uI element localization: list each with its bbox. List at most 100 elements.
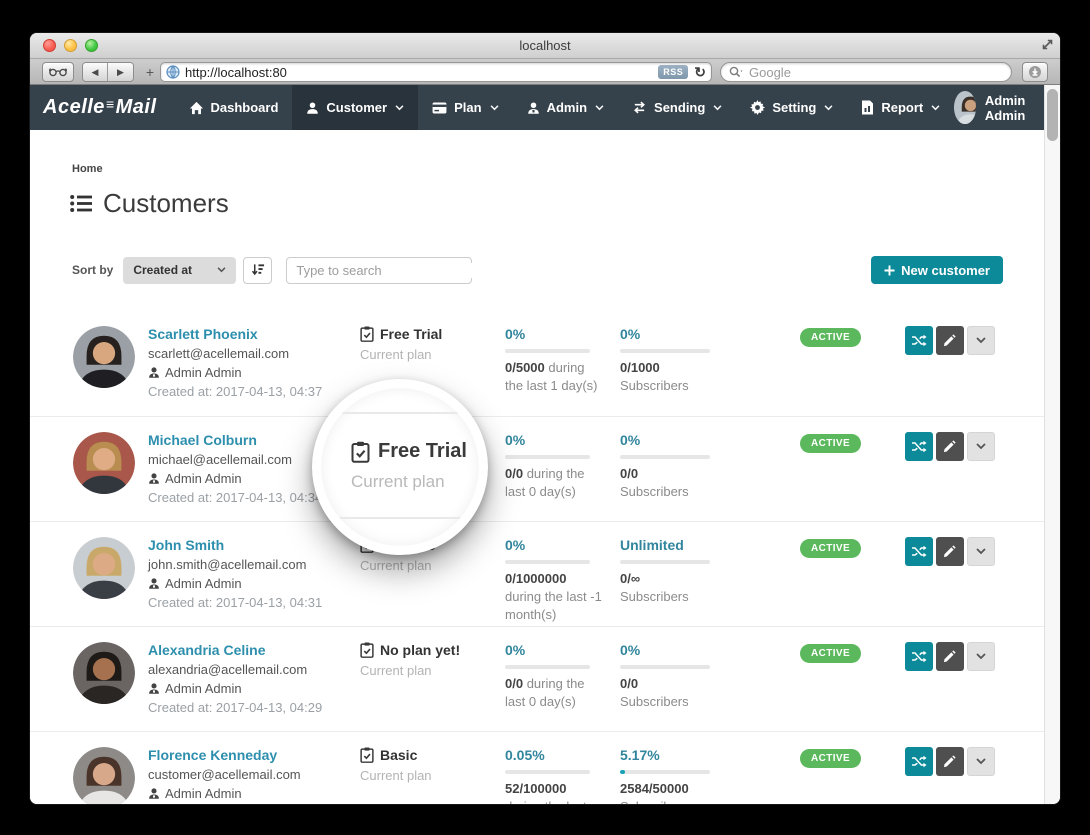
subscribers-value: 2584/50000	[620, 781, 689, 796]
nav-item-setting[interactable]: Setting	[736, 85, 847, 130]
plan-name: Free Trial	[360, 326, 505, 342]
login-as-button[interactable]	[905, 326, 933, 355]
url-text: http://localhost:80	[185, 65, 658, 80]
sort-select-value: Created at	[133, 263, 192, 277]
reader-glasses-button[interactable]	[42, 62, 74, 82]
breadcrumb[interactable]: Home	[72, 163, 1044, 175]
pencil-icon	[943, 545, 956, 558]
customer-search[interactable]	[286, 257, 472, 284]
nav-item-plan[interactable]: Plan	[418, 85, 512, 130]
magnified-plan-name: Free Trial	[351, 440, 467, 463]
page-title: Customers	[70, 188, 1044, 219]
history-nav-group: ◀ ▶	[82, 62, 134, 82]
downloads-button[interactable]	[1022, 62, 1048, 82]
nav-item-report[interactable]: Report	[847, 85, 954, 130]
customer-owner-name: Admin Admin	[165, 786, 242, 801]
more-actions-button[interactable]	[967, 432, 995, 461]
nav-item-label: Setting	[772, 100, 816, 115]
customer-created-at: Created at: 2017-04-13, 04:29	[148, 700, 360, 715]
user-icon	[148, 682, 160, 695]
list-controls: Sort by Created at	[72, 256, 1003, 284]
search-icon	[729, 66, 744, 78]
more-actions-button[interactable]	[967, 537, 995, 566]
nav-item-dashboard[interactable]: Dashboard	[175, 85, 293, 130]
app-logo[interactable]: Acelle≡Mail	[30, 85, 175, 130]
avatar	[954, 91, 976, 124]
sort-select[interactable]: Created at	[123, 257, 236, 284]
new-tab-button[interactable]: +	[142, 62, 158, 82]
chevron-down-icon	[490, 105, 499, 111]
logo-text-left: Acelle	[43, 96, 105, 119]
subscribers-bar	[620, 560, 710, 564]
subscribers-bar	[620, 349, 710, 353]
nav-item-label: Report	[881, 100, 923, 115]
row-actions	[905, 432, 995, 521]
customer-row: Michael Colburn michael@acellemail.com A…	[30, 416, 1044, 521]
gear-icon	[750, 100, 765, 115]
nav-item-sending[interactable]: Sending	[618, 85, 736, 130]
scrollbar[interactable]	[1044, 85, 1060, 804]
edit-button[interactable]	[936, 432, 964, 461]
subscribers-percent: 5.17%	[620, 747, 800, 763]
browser-search-placeholder: Google	[749, 65, 791, 80]
customer-created-at: Created at: 2017-04-13, 04:37	[148, 384, 360, 399]
login-as-button[interactable]	[905, 432, 933, 461]
customer-name-link[interactable]: John Smith	[148, 537, 360, 553]
browser-window: localhost ◀ ▶ + http://localhost:80 RSS	[30, 33, 1060, 804]
shuffle-icon	[911, 650, 927, 663]
scrollbar-thumb[interactable]	[1047, 89, 1058, 141]
sort-amount-icon	[251, 263, 265, 277]
more-actions-button[interactable]	[967, 642, 995, 671]
chevron-down-icon	[976, 337, 986, 344]
subscribers-bar	[620, 665, 710, 669]
new-customer-button[interactable]: New customer	[871, 256, 1003, 284]
pencil-icon	[943, 755, 956, 768]
nav-item-customer[interactable]: Customer	[292, 85, 418, 130]
edit-button[interactable]	[936, 537, 964, 566]
login-as-button[interactable]	[905, 747, 933, 776]
plan-name: Basic	[360, 747, 505, 763]
more-actions-button[interactable]	[967, 747, 995, 776]
rss-badge[interactable]: RSS	[658, 65, 688, 79]
report-icon	[861, 100, 874, 115]
customer-name-link[interactable]: Alexandria Celine	[148, 642, 360, 658]
subscribers-percent: Unlimited	[620, 537, 800, 553]
reload-icon[interactable]: ↻	[694, 64, 706, 81]
login-as-button[interactable]	[905, 642, 933, 671]
edit-button[interactable]	[936, 326, 964, 355]
resize-arrows-icon[interactable]	[1041, 38, 1054, 51]
sending-quota-desc: during the last -1 month(s)	[505, 589, 602, 622]
sending-quota-percent: 0%	[505, 432, 620, 448]
more-actions-button[interactable]	[967, 326, 995, 355]
forward-button[interactable]: ▶	[108, 63, 133, 81]
customer-name-link[interactable]: Scarlett Phoenix	[148, 326, 360, 342]
exchange-icon	[632, 101, 647, 114]
search-input[interactable]	[296, 263, 472, 278]
customer-name-link[interactable]: Florence Kenneday	[148, 747, 360, 763]
sort-direction-button[interactable]	[243, 257, 272, 284]
page-title-text: Customers	[103, 188, 229, 219]
sending-quota-detail: 0/0 during the last 0 day(s)	[505, 465, 602, 501]
edit-button[interactable]	[936, 747, 964, 776]
subscribers-label: Subscribers	[620, 799, 689, 804]
user-icon	[306, 101, 319, 115]
home-icon	[189, 101, 204, 115]
login-as-button[interactable]	[905, 537, 933, 566]
back-button[interactable]: ◀	[83, 63, 108, 81]
address-bar[interactable]: http://localhost:80 RSS ↻	[160, 62, 712, 82]
plan-subtitle: Current plan	[360, 768, 505, 783]
edit-button[interactable]	[936, 642, 964, 671]
nav-item-label: Customer	[326, 100, 387, 115]
sending-quota-value: 0/0	[505, 466, 523, 481]
chevron-down-icon	[824, 105, 833, 111]
clipboard-check-icon	[360, 326, 374, 342]
sending-quota-bar	[505, 665, 590, 669]
nav-item-label: Sending	[654, 100, 705, 115]
subscribers-label: Subscribers	[620, 484, 689, 499]
customer-email: alexandria@acellemail.com	[148, 662, 360, 677]
nav-item-admin[interactable]: Admin	[513, 85, 618, 130]
row-actions	[905, 537, 995, 626]
globe-icon	[166, 65, 180, 79]
chevron-down-icon	[217, 267, 226, 273]
browser-search-field[interactable]: Google	[720, 62, 1012, 82]
